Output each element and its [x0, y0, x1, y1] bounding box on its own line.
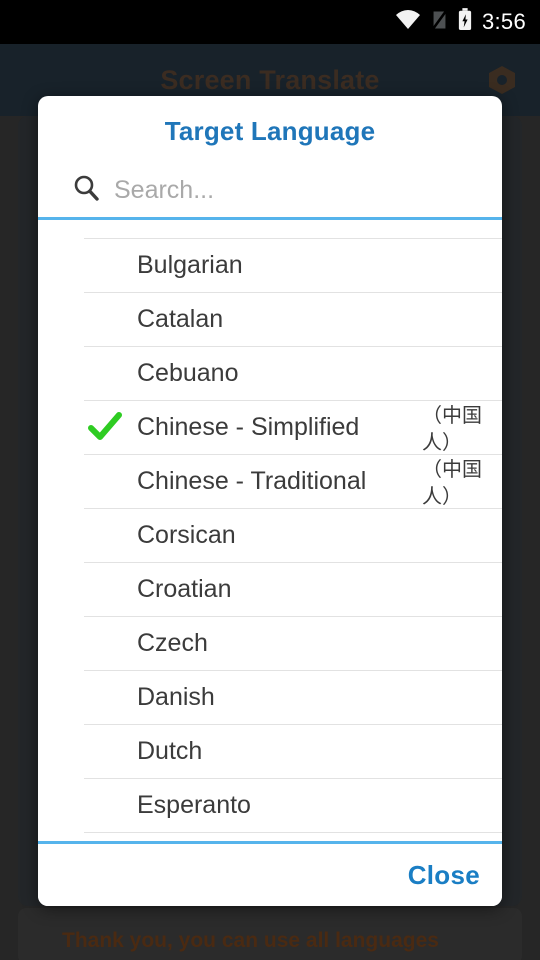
screen: Screen Translate Thank you, you can use …	[0, 0, 540, 960]
list-item[interactable]: Esperanto	[38, 778, 502, 832]
list-item-label: Corsican	[137, 520, 236, 549]
list-item[interactable]: Cebuano	[38, 346, 502, 400]
list-item-label: Bosnian	[137, 220, 227, 226]
list-item[interactable]: Danish	[38, 670, 502, 724]
list-item-label: Dutch	[137, 736, 203, 765]
background-banner: Thank you, you can use all languages unl…	[18, 908, 522, 960]
target-language-dialog: Target Language Bosnian Bulgarian Catalan C…	[38, 96, 502, 906]
background-banner-text: Thank you, you can use all languages unl…	[62, 929, 439, 952]
list-item-native-name: （中国人）	[422, 459, 482, 508]
list-item[interactable]: Estonian	[38, 832, 502, 841]
list-item-label: Croatian	[137, 574, 232, 603]
list-item[interactable]: Czech	[38, 616, 502, 670]
list-item-label: Bulgarian	[137, 250, 243, 279]
list-item[interactable]: Bosnian	[38, 220, 502, 238]
language-list-inner: Bosnian Bulgarian Catalan Cebuano Chinese - …	[38, 220, 502, 841]
language-list[interactable]: Bosnian Bulgarian Catalan Cebuano Chinese - …	[38, 217, 502, 844]
list-item[interactable]: Chinese - Traditional （中国人）	[38, 454, 502, 508]
list-item-label: Catalan	[137, 304, 224, 333]
search-icon	[72, 174, 100, 207]
list-item[interactable]: Bulgarian	[38, 238, 502, 292]
status-bar-clock: 3:56	[481, 9, 526, 34]
list-item[interactable]: Catalan	[38, 292, 502, 346]
list-item-label: Danish	[137, 682, 215, 711]
list-item-label: Chinese - Traditional	[137, 466, 367, 495]
check-icon	[88, 412, 122, 442]
settings-nut-icon[interactable]	[486, 64, 518, 96]
list-item[interactable]: Croatian	[38, 562, 502, 616]
list-item-label: Czech	[137, 628, 208, 657]
search-row	[38, 163, 502, 217]
dialog-footer: Close	[38, 844, 502, 906]
signal-off-icon	[431, 9, 448, 36]
list-item-label: Cebuano	[137, 358, 239, 387]
list-item-native-name: （中国人）	[422, 405, 482, 454]
battery-charging-icon	[458, 8, 472, 36]
search-input[interactable]	[114, 175, 476, 205]
list-item[interactable]: Corsican	[38, 508, 502, 562]
list-item-label: Esperanto	[137, 790, 251, 819]
status-bar: 3:56	[0, 0, 540, 44]
wifi-icon	[395, 9, 421, 36]
app-bar-title: Screen Translate	[160, 64, 380, 95]
list-item[interactable]: Dutch	[38, 724, 502, 778]
dialog-title: Target Language	[164, 116, 376, 146]
list-item-label: Chinese - Simplified	[137, 412, 360, 441]
close-button[interactable]: Close	[408, 860, 480, 891]
list-item[interactable]: Chinese - Simplified （中国人）	[38, 400, 502, 454]
